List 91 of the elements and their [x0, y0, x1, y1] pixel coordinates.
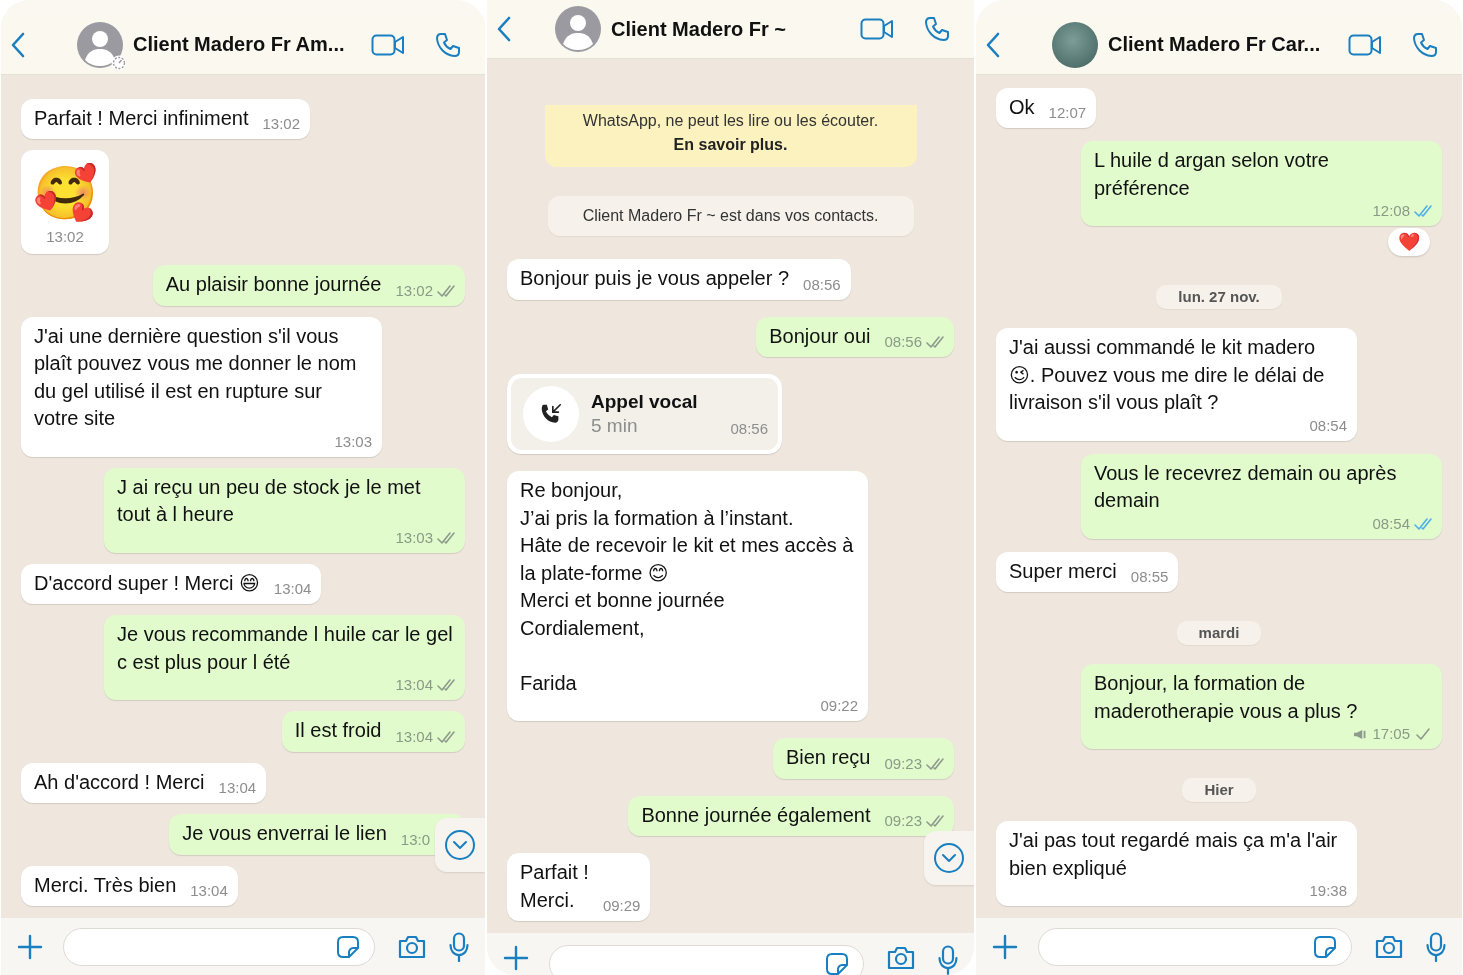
message-text: Je vous enverrai le lien	[182, 821, 387, 846]
message-text: Ok	[1009, 94, 1035, 120]
message-time: 13:04	[395, 676, 433, 694]
message-text: Super merci	[1009, 558, 1117, 584]
message-input-field[interactable]	[1038, 927, 1352, 966]
plus-icon[interactable]	[992, 933, 1018, 960]
message-text: J'ai aussi commandé le kit madero 😉. Pouvez vous me dire le délai de livraison s'il vous plaît ?	[1009, 335, 1326, 415]
message-time: 17:05	[1372, 725, 1410, 743]
message-text: Au plaisir bonne journée	[165, 272, 382, 297]
microphone-icon[interactable]	[449, 931, 469, 962]
message-time: 12:07	[1048, 104, 1087, 122]
message-time: 13:04	[190, 882, 228, 900]
call-title: Appel vocal	[591, 390, 699, 414]
message-text: J'ai une dernière question s'il vous plaît pouvez vous me donner le nom du gel utilisé il est en rupture sur votre site	[34, 323, 358, 431]
microphone-icon[interactable]	[1426, 931, 1446, 962]
message-time: 13:04	[218, 779, 257, 797]
message-text: Vous le recevrez demain ou après demain	[1094, 460, 1398, 513]
phone-icon[interactable]	[924, 16, 950, 42]
message-time: 09:22	[820, 697, 858, 715]
message-time: 08:56	[803, 275, 841, 294]
chevron-down-icon	[444, 829, 476, 861]
scroll-down-button[interactable]	[924, 831, 974, 885]
reaction-badge[interactable]: ❤	[1388, 228, 1430, 256]
scroll-down-button[interactable]	[435, 818, 485, 872]
message-time: 13:03	[395, 528, 433, 547]
back-icon[interactable]	[497, 16, 511, 42]
camera-icon[interactable]	[886, 945, 916, 971]
message-text: Parfait ! Merci infiniment	[34, 105, 249, 131]
date-separator: mardi	[1176, 621, 1262, 645]
message-text: J ai reçu un peu de stock je le met tout à l heure	[117, 474, 422, 527]
message-time: 13:04	[395, 727, 433, 746]
message-time: 12:08	[1372, 202, 1410, 220]
microphone-icon[interactable]	[938, 945, 958, 975]
message-input-field[interactable]	[63, 927, 375, 966]
learn-more-link[interactable]: En savoir plus.	[673, 133, 788, 157]
message-time: 09:29	[602, 897, 641, 915]
message-text: Bonjour puis je vous appeler ?	[520, 266, 790, 291]
message-text: Je vous recommande l huile car le gel c est plus pour l été	[117, 622, 453, 675]
sticker-emoji: 🥰	[32, 162, 98, 224]
date-separator: lun. 27 nov.	[1156, 285, 1282, 309]
notice-text: WhatsApp, ne peut les lire ou les écouter.	[582, 111, 879, 131]
message-text: Bonne journée également	[641, 802, 871, 828]
message-text: D'accord super ! Merci 😄	[34, 570, 260, 596]
message-text: Re bonjour, J’ai pris la formation à l’instant. Hâte de recevoir le kit et mes accès à la plate-forme 😊 Merci et bonne journée Cordialement, Farida	[520, 478, 855, 696]
message-time: 13:02	[46, 227, 84, 247]
message-time: 08:55	[1130, 568, 1169, 586]
contact-name[interactable]: Client Madero Fr Car...	[1108, 33, 1348, 56]
incoming-call-icon	[523, 386, 579, 442]
message-text: Parfait ! Merci.	[520, 860, 589, 913]
message-time: 08:54	[1309, 416, 1347, 435]
message-time: 19:38	[1309, 882, 1347, 900]
message-time: 13:0	[400, 830, 430, 849]
sticker-icon[interactable]	[1313, 934, 1337, 959]
message-text: Merci. Très bien	[34, 872, 177, 898]
phone-icon[interactable]	[435, 31, 461, 58]
chevron-down-icon	[933, 842, 965, 874]
message-time: 08:56	[884, 333, 922, 351]
phone-icon[interactable]	[1412, 31, 1438, 58]
call-card[interactable]: Appel vocal 5 min 08:56	[511, 378, 778, 450]
message-text: Bonjour oui	[769, 323, 871, 349]
message-time: 08:54	[1372, 514, 1410, 533]
video-call-icon[interactable]	[371, 32, 405, 57]
message-time: 13:02	[395, 281, 433, 300]
message-text: J'ai pas tout regardé mais ça m'a l'air bien expliqué	[1009, 828, 1339, 881]
message-time: 13:02	[262, 115, 301, 133]
message-text: Bien reçu	[785, 745, 871, 770]
back-icon[interactable]	[986, 31, 1000, 58]
camera-icon[interactable]	[1374, 933, 1404, 960]
message-time: 08:56	[730, 418, 768, 439]
plus-icon[interactable]	[503, 945, 529, 971]
video-call-icon[interactable]	[1348, 32, 1382, 57]
camera-icon[interactable]	[397, 933, 427, 960]
message-input-field[interactable]	[549, 945, 864, 975]
sticker-icon[interactable]	[336, 934, 360, 959]
contact-name[interactable]: Client Madero Fr ~	[611, 17, 860, 41]
system-message: Client Madero Fr ~ est dans vos contacts.	[547, 196, 914, 236]
message-text: L huile d argan selon votre préférence	[1094, 148, 1330, 201]
message-text: Bonjour, la formation de maderotherapie vous a plus ?	[1094, 671, 1359, 724]
call-duration: 5 min	[591, 414, 639, 438]
back-icon[interactable]	[11, 31, 25, 58]
message-time: 09:23	[884, 812, 922, 830]
contact-name[interactable]: Client Madero Fr Am...	[133, 33, 371, 56]
message-time: 09:23	[884, 754, 922, 773]
message-text: Il est froid	[294, 718, 382, 743]
sticker-icon[interactable]	[825, 952, 849, 975]
video-call-icon[interactable]	[860, 17, 894, 41]
message-time: 13:04	[273, 580, 312, 598]
plus-icon[interactable]	[17, 933, 43, 960]
message-time: 13:03	[334, 432, 372, 451]
message-text: Ah d'accord ! Merci	[34, 769, 205, 795]
date-separator: Hier	[1182, 778, 1256, 802]
